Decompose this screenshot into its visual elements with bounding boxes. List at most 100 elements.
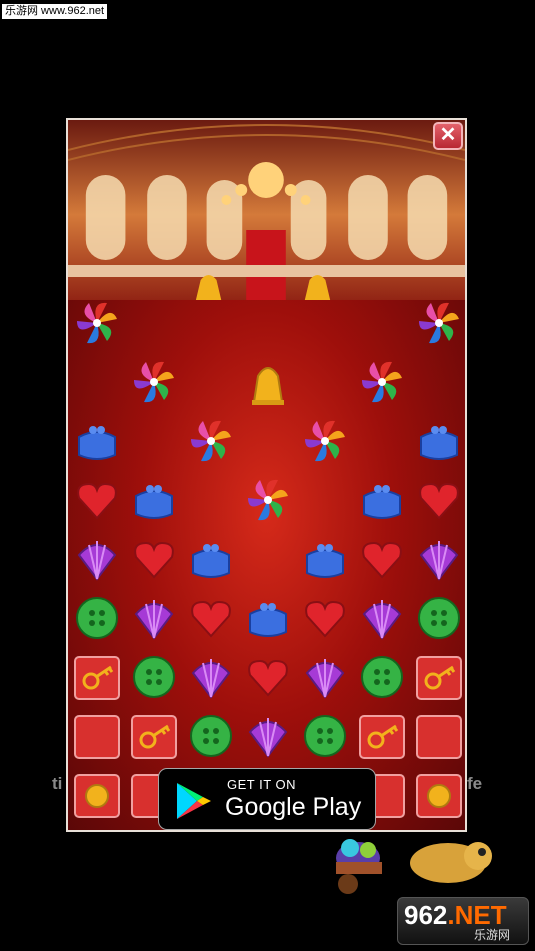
- button-tile[interactable]: [183, 708, 239, 764]
- pinwheel-tile[interactable]: [69, 295, 125, 351]
- button-tile[interactable]: [126, 649, 182, 705]
- game-preview-panel: ✕: [66, 118, 467, 832]
- purse-icon: [78, 426, 116, 460]
- heart-icon: [362, 541, 402, 579]
- pinwheel-tile[interactable]: [126, 354, 182, 410]
- chest-key-icon: [74, 656, 120, 700]
- game-board[interactable]: [68, 300, 465, 830]
- logo-number: 962: [404, 900, 448, 930]
- chest-coin-icon: [74, 774, 120, 818]
- chest-tile[interactable]: [411, 708, 465, 764]
- chest-icon: [416, 715, 462, 759]
- button-icon: [76, 597, 118, 639]
- chest-coin-tile[interactable]: [411, 767, 465, 823]
- pinwheel-icon: [191, 420, 231, 462]
- site-logo-watermark: 962.NET 乐游网: [397, 897, 529, 945]
- shell-tile[interactable]: [69, 531, 125, 587]
- pinwheel-tile[interactable]: [183, 413, 239, 469]
- pinwheel-icon: [419, 302, 459, 344]
- background-text-left: ti: [52, 774, 63, 793]
- pinwheel-tile[interactable]: [411, 295, 465, 351]
- chest-key-tile[interactable]: [354, 708, 410, 764]
- shell-icon: [419, 541, 459, 581]
- site-watermark: 乐游网 www.962.net: [2, 4, 108, 19]
- purse-icon: [420, 426, 458, 460]
- pinwheel-icon: [305, 420, 345, 462]
- shell-tile[interactable]: [183, 649, 239, 705]
- play-store-icon: [177, 783, 211, 819]
- purse-icon: [135, 485, 173, 519]
- pinwheel-icon: [362, 361, 402, 403]
- shell-icon: [362, 600, 402, 640]
- shell-icon: [77, 541, 117, 581]
- purse-icon: [249, 603, 287, 637]
- chest-icon: [74, 715, 120, 759]
- purse-tile[interactable]: [297, 531, 353, 587]
- bell-icon: [252, 367, 284, 405]
- pinwheel-icon: [134, 361, 174, 403]
- chest-coin-icon: [416, 774, 462, 818]
- purse-tile[interactable]: [411, 413, 465, 469]
- heart-icon: [134, 541, 174, 579]
- heart-tile[interactable]: [354, 531, 410, 587]
- purse-icon: [306, 544, 344, 578]
- badge-line1: GET IT ON: [227, 777, 297, 792]
- shell-icon: [134, 600, 174, 640]
- heart-icon: [248, 659, 288, 697]
- heart-tile[interactable]: [297, 590, 353, 646]
- close-button[interactable]: ✕: [433, 122, 463, 150]
- bell-tile[interactable]: [240, 354, 296, 410]
- heart-tile[interactable]: [183, 590, 239, 646]
- chest-key-icon: [131, 715, 177, 759]
- button-icon: [418, 597, 460, 639]
- purse-icon: [363, 485, 401, 519]
- shell-icon: [248, 718, 288, 758]
- chest-coin-tile[interactable]: [69, 767, 125, 823]
- shell-icon: [191, 659, 231, 699]
- pinwheel-tile[interactable]: [354, 354, 410, 410]
- purse-tile[interactable]: [183, 531, 239, 587]
- button-icon: [190, 715, 232, 757]
- badge-line2: Google Play: [225, 793, 362, 821]
- heart-icon: [77, 482, 117, 520]
- purse-tile[interactable]: [240, 590, 296, 646]
- button-tile[interactable]: [297, 708, 353, 764]
- purse-tile[interactable]: [69, 413, 125, 469]
- shell-icon: [305, 659, 345, 699]
- background-text-right: fe: [467, 774, 483, 793]
- purse-icon: [192, 544, 230, 578]
- ballroom-background: [68, 120, 465, 310]
- heart-icon: [191, 600, 231, 638]
- heart-icon: [305, 600, 345, 638]
- purse-tile[interactable]: [126, 472, 182, 528]
- purse-tile[interactable]: [354, 472, 410, 528]
- pinwheel-icon: [248, 479, 288, 521]
- heart-tile[interactable]: [411, 472, 465, 528]
- pinwheel-icon: [77, 302, 117, 344]
- pinwheel-tile[interactable]: [240, 472, 296, 528]
- chest-key-icon: [416, 656, 462, 700]
- google-play-badge[interactable]: GET IT ON Google Play: [158, 768, 376, 830]
- chest-tile[interactable]: [69, 708, 125, 764]
- heart-tile[interactable]: [240, 649, 296, 705]
- chest-key-tile[interactable]: [411, 649, 465, 705]
- shell-tile[interactable]: [126, 590, 182, 646]
- button-tile[interactable]: [354, 649, 410, 705]
- shell-tile[interactable]: [297, 649, 353, 705]
- heart-tile[interactable]: [69, 472, 125, 528]
- chest-key-icon: [359, 715, 405, 759]
- button-tile[interactable]: [411, 590, 465, 646]
- heart-icon: [419, 482, 459, 520]
- heart-tile[interactable]: [126, 531, 182, 587]
- button-icon: [361, 656, 403, 698]
- shell-tile[interactable]: [411, 531, 465, 587]
- shell-tile[interactable]: [354, 590, 410, 646]
- button-tile[interactable]: [69, 590, 125, 646]
- button-icon: [304, 715, 346, 757]
- chameleon-cart-illustration: [336, 839, 492, 894]
- chest-key-tile[interactable]: [69, 649, 125, 705]
- shell-tile[interactable]: [240, 708, 296, 764]
- logo-subtitle: 乐游网: [474, 928, 511, 942]
- pinwheel-tile[interactable]: [297, 413, 353, 469]
- chest-key-tile[interactable]: [126, 708, 182, 764]
